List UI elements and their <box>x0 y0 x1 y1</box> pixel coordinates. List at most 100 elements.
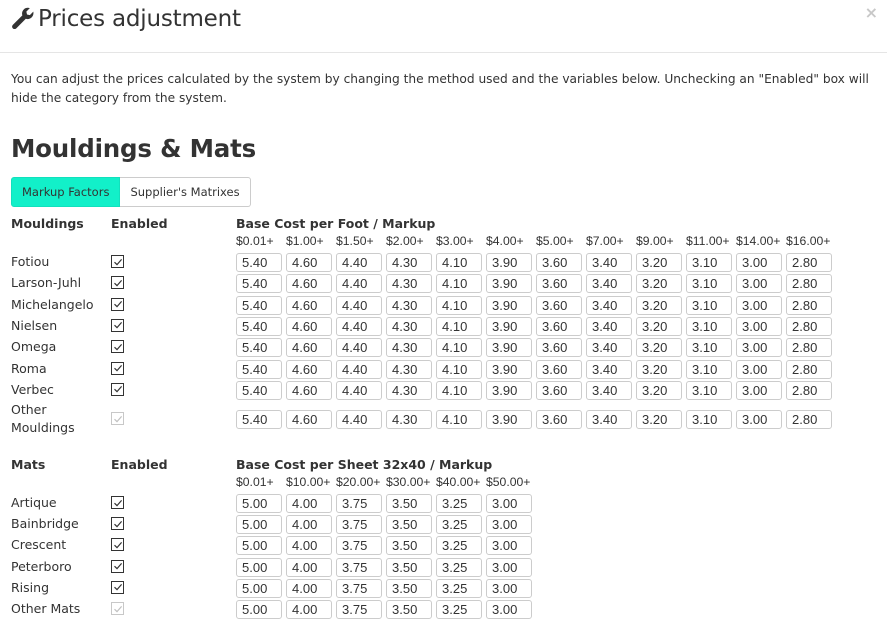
markup-input[interactable] <box>386 338 432 358</box>
markup-input[interactable] <box>686 316 732 336</box>
markup-input[interactable] <box>336 380 382 400</box>
markup-input[interactable] <box>236 380 282 400</box>
markup-input[interactable] <box>336 253 382 272</box>
tab-markup-factors[interactable]: Markup Factors <box>11 177 121 207</box>
markup-input[interactable] <box>636 359 682 379</box>
markup-input[interactable] <box>286 494 332 513</box>
markup-input[interactable] <box>736 253 782 272</box>
markup-input[interactable] <box>736 380 782 400</box>
markup-input[interactable] <box>586 316 632 336</box>
markup-input[interactable] <box>486 410 532 430</box>
markup-input[interactable] <box>486 338 532 358</box>
markup-input[interactable] <box>236 253 282 272</box>
markup-input[interactable] <box>236 316 282 336</box>
markup-input[interactable] <box>736 295 782 315</box>
markup-input[interactable] <box>786 359 832 379</box>
markup-input[interactable] <box>336 338 382 358</box>
markup-input[interactable] <box>486 253 532 272</box>
markup-input[interactable] <box>386 536 432 556</box>
markup-input[interactable] <box>486 494 532 513</box>
markup-input[interactable] <box>336 359 382 379</box>
markup-input[interactable] <box>486 295 532 315</box>
markup-input[interactable] <box>336 295 382 315</box>
markup-input[interactable] <box>486 515 532 535</box>
markup-input[interactable] <box>486 557 532 577</box>
markup-input[interactable] <box>236 494 282 513</box>
markup-input[interactable] <box>386 295 432 315</box>
markup-input[interactable] <box>686 380 732 400</box>
markup-input[interactable] <box>436 578 482 598</box>
markup-input[interactable] <box>236 557 282 577</box>
markup-input[interactable] <box>286 274 332 294</box>
markup-input[interactable] <box>386 578 432 598</box>
markup-input[interactable] <box>786 380 832 400</box>
markup-input[interactable] <box>636 274 682 294</box>
markup-input[interactable] <box>286 557 332 577</box>
markup-input[interactable] <box>536 380 582 400</box>
markup-input[interactable] <box>586 359 632 379</box>
markup-input[interactable] <box>636 295 682 315</box>
markup-input[interactable] <box>536 253 582 272</box>
markup-input[interactable] <box>586 274 632 294</box>
markup-input[interactable] <box>386 600 432 619</box>
markup-input[interactable] <box>386 515 432 535</box>
markup-input[interactable] <box>786 316 832 336</box>
markup-input[interactable] <box>236 338 282 358</box>
markup-input[interactable] <box>386 494 432 513</box>
markup-input[interactable] <box>436 253 482 272</box>
markup-input[interactable] <box>336 410 382 430</box>
markup-input[interactable] <box>436 338 482 358</box>
markup-input[interactable] <box>386 380 432 400</box>
markup-input[interactable] <box>636 338 682 358</box>
markup-input[interactable] <box>386 253 432 272</box>
enabled-checkbox[interactable] <box>111 496 124 509</box>
markup-input[interactable] <box>386 359 432 379</box>
markup-input[interactable] <box>386 316 432 336</box>
markup-input[interactable] <box>236 410 282 430</box>
markup-input[interactable] <box>436 557 482 577</box>
markup-input[interactable] <box>436 380 482 400</box>
markup-input[interactable] <box>436 316 482 336</box>
markup-input[interactable] <box>536 410 582 430</box>
markup-input[interactable] <box>236 578 282 598</box>
markup-input[interactable] <box>336 536 382 556</box>
markup-input[interactable] <box>736 359 782 379</box>
markup-input[interactable] <box>586 338 632 358</box>
markup-input[interactable] <box>286 600 332 619</box>
enabled-checkbox[interactable] <box>111 297 124 311</box>
markup-input[interactable] <box>286 515 332 535</box>
markup-input[interactable] <box>336 557 382 577</box>
tab-suppliers-matrixes[interactable]: Supplier's Matrixes <box>120 177 251 207</box>
markup-input[interactable] <box>586 253 632 272</box>
markup-input[interactable] <box>786 295 832 315</box>
markup-input[interactable] <box>436 274 482 294</box>
markup-input[interactable] <box>436 515 482 535</box>
enabled-checkbox[interactable] <box>111 340 124 354</box>
markup-input[interactable] <box>286 295 332 315</box>
enabled-checkbox[interactable] <box>111 255 124 268</box>
markup-input[interactable] <box>686 338 732 358</box>
markup-input[interactable] <box>586 410 632 430</box>
markup-input[interactable] <box>536 359 582 379</box>
enabled-checkbox[interactable] <box>111 382 124 396</box>
markup-input[interactable] <box>686 359 732 379</box>
markup-input[interactable] <box>386 410 432 430</box>
markup-input[interactable] <box>686 274 732 294</box>
markup-input[interactable] <box>486 274 532 294</box>
markup-input[interactable] <box>686 253 732 272</box>
markup-input[interactable] <box>586 295 632 315</box>
markup-input[interactable] <box>636 253 682 272</box>
markup-input[interactable] <box>336 515 382 535</box>
markup-input[interactable] <box>486 316 532 336</box>
enabled-checkbox[interactable] <box>111 517 124 531</box>
markup-input[interactable] <box>336 274 382 294</box>
markup-input[interactable] <box>536 338 582 358</box>
markup-input[interactable] <box>636 380 682 400</box>
markup-input[interactable] <box>486 380 532 400</box>
markup-input[interactable] <box>386 557 432 577</box>
markup-input[interactable] <box>786 338 832 358</box>
markup-input[interactable] <box>286 410 332 430</box>
markup-input[interactable] <box>486 600 532 619</box>
markup-input[interactable] <box>536 274 582 294</box>
enabled-checkbox[interactable] <box>111 559 124 573</box>
